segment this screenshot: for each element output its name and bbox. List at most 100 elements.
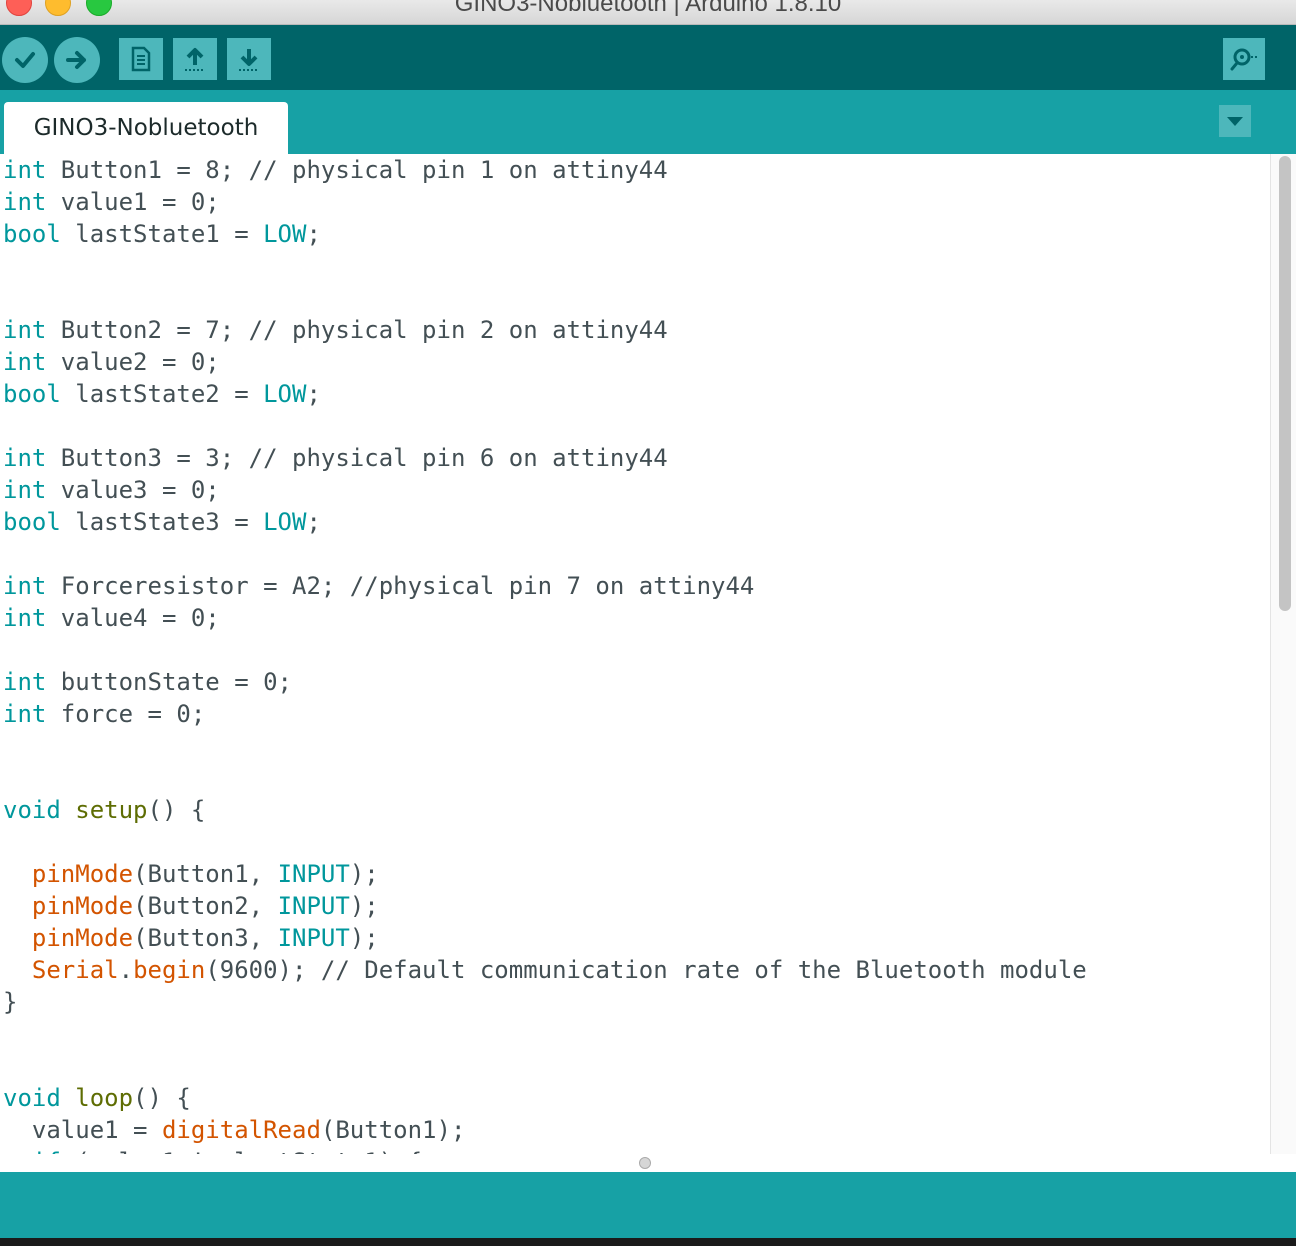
code-token: // physical pin 2 on attiny44 (248, 316, 668, 344)
code-token: Serial (31, 956, 119, 984)
code-line[interactable]: bool lastState3 = LOW; (3, 506, 321, 538)
code-token: LOW (263, 508, 307, 536)
code-token: bool (3, 220, 61, 248)
vertical-scrollbar[interactable] (1270, 154, 1296, 1154)
code-token: ; (306, 508, 321, 536)
serial-monitor-button[interactable] (1223, 38, 1265, 80)
code-line[interactable]: bool lastState1 = LOW; (3, 218, 321, 250)
code-token: pinMode (31, 924, 134, 952)
code-token: loop (75, 1084, 134, 1112)
chevron-down-icon (1227, 117, 1243, 126)
code-token: ); (349, 860, 379, 888)
code-token: lastState2 = (60, 380, 264, 408)
code-token: // Default communication rate of the Blu… (320, 956, 1087, 984)
code-token: LOW (263, 380, 307, 408)
code-token: begin (133, 956, 206, 984)
arrow-right-icon (66, 51, 86, 69)
code-token: // physical pin 1 on attiny44 (248, 156, 668, 184)
code-line[interactable]: int buttonState = 0; (3, 666, 292, 698)
code-line[interactable]: } (3, 986, 17, 1018)
code-token: value3 = 0; (46, 476, 220, 504)
code-token: . (118, 956, 134, 984)
code-token: force = 0; (46, 700, 206, 728)
arrow-up-icon (185, 48, 205, 71)
upload-button[interactable] (54, 37, 100, 83)
code-token: INPUT (277, 924, 350, 952)
panel-splitter[interactable] (0, 1154, 1296, 1172)
code-line[interactable]: int Button2 = 7; // physical pin 2 on at… (3, 314, 668, 346)
code-line[interactable]: int value2 = 0; (3, 346, 220, 378)
splitter-handle[interactable] (639, 1157, 651, 1169)
code-token: ; (306, 220, 321, 248)
code-line[interactable]: int value4 = 0; (3, 602, 220, 634)
code-line[interactable]: pinMode(Button3, INPUT); (3, 922, 379, 954)
code-token: int (3, 668, 47, 696)
code-line[interactable]: int value3 = 0; (3, 474, 220, 506)
code-token: Button2 = 7; (46, 316, 249, 344)
code-token: ); (349, 924, 379, 952)
code-token: int (3, 188, 47, 216)
code-line[interactable]: int force = 0; (3, 698, 205, 730)
code-token: } (3, 988, 18, 1016)
code-token: (Button1); (320, 1116, 466, 1144)
code-token: LOW (263, 220, 307, 248)
code-token: Button1 = 8; (46, 156, 249, 184)
scroll-thumb[interactable] (1279, 156, 1291, 611)
tab-sketch[interactable]: GINO3-Nobluetooth (4, 102, 288, 154)
code-line[interactable]: pinMode(Button2, INPUT); (3, 890, 379, 922)
code-token: void (3, 1084, 61, 1112)
code-token: int (3, 476, 47, 504)
verify-button[interactable] (2, 37, 48, 83)
code-line[interactable]: if (value1 != lastState1) { (3, 1146, 422, 1154)
tab-menu-button[interactable] (1219, 105, 1251, 137)
code-token: (9600); (205, 956, 321, 984)
code-line[interactable]: value1 = digitalRead(Button1); (3, 1114, 466, 1146)
code-line[interactable]: Serial.begin(9600); // Default communica… (3, 954, 1087, 986)
code-token: int (3, 444, 47, 472)
code-token: int (3, 604, 47, 632)
code-line[interactable]: int Forceresistor = A2; //physical pin 7… (3, 570, 754, 602)
code-line[interactable]: int Button1 = 8; // physical pin 1 on at… (3, 154, 668, 186)
code-token: value2 = 0; (46, 348, 220, 376)
code-token: ; (306, 380, 321, 408)
console-edge (0, 1238, 1296, 1246)
code-token: int (3, 700, 47, 728)
code-line[interactable]: bool lastState2 = LOW; (3, 378, 321, 410)
code-token: value4 = 0; (46, 604, 220, 632)
code-line[interactable]: int Button3 = 3; // physical pin 6 on at… (3, 442, 668, 474)
open-sketch-button[interactable] (173, 38, 217, 80)
code-token: value1 = 0; (46, 188, 220, 216)
code-token: pinMode (31, 892, 134, 920)
document-icon (131, 46, 151, 72)
code-token: int (3, 348, 47, 376)
code-token: int (3, 156, 47, 184)
code-token: (Button2, (133, 892, 278, 920)
toolbar (0, 25, 1296, 90)
code-token: value1 = (3, 1116, 162, 1144)
check-icon (15, 52, 35, 68)
code-token: // physical pin 6 on attiny44 (248, 444, 668, 472)
code-token: Forceresistor = A2; (46, 572, 350, 600)
code-token: int (3, 316, 47, 344)
save-sketch-button[interactable] (227, 38, 271, 80)
code-token: ); (349, 892, 379, 920)
code-token: setup (75, 796, 148, 824)
code-line[interactable]: void loop() { (3, 1082, 191, 1114)
magnifier-icon (1230, 48, 1257, 71)
code-token: buttonState = 0; (46, 668, 292, 696)
code-line[interactable]: void setup() { (3, 794, 205, 826)
tab-strip: GINO3-Nobluetooth (0, 90, 1296, 154)
code-editor[interactable]: int Button1 = 8; // physical pin 1 on at… (0, 154, 1270, 1154)
code-token: INPUT (277, 892, 350, 920)
title-bar: GINO3-Nobluetooth | Arduino 1.8.10 (0, 0, 1296, 25)
code-line[interactable]: pinMode(Button1, INPUT); (3, 858, 379, 890)
new-sketch-button[interactable] (119, 38, 163, 80)
code-line[interactable]: int value1 = 0; (3, 186, 220, 218)
window-title: GINO3-Nobluetooth | Arduino 1.8.10 (454, 0, 842, 17)
code-token: bool (3, 508, 61, 536)
